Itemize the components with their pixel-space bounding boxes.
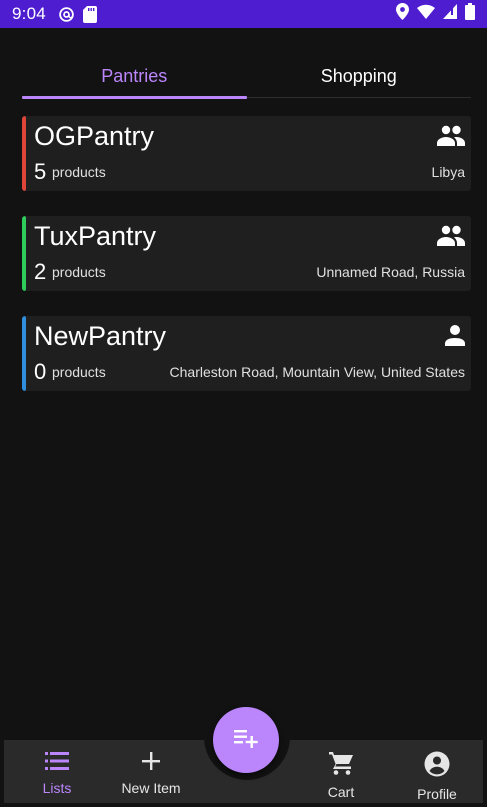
- pantry-location: Charleston Road, Mountain View, United S…: [169, 364, 465, 380]
- tab-pantries-label: Pantries: [101, 66, 168, 86]
- cart-icon: [328, 751, 354, 780]
- battery-icon: [465, 3, 475, 25]
- account-circle-icon: [424, 751, 450, 782]
- sd-card-icon: [82, 5, 97, 23]
- at-sign-icon: [58, 6, 75, 23]
- nav-item-lists[interactable]: Lists: [12, 740, 102, 803]
- pantry-title: TuxPantry: [34, 221, 157, 251]
- signal-icon: [443, 4, 457, 24]
- wifi-icon: [417, 4, 435, 24]
- pantry-location: Libya: [431, 164, 465, 180]
- pantry-location: Unnamed Road, Russia: [316, 264, 465, 280]
- nav-label-cart: Cart: [327, 784, 355, 800]
- tab-shopping[interactable]: Shopping: [247, 56, 472, 97]
- product-count: 5: [34, 159, 47, 184]
- group-icon: [437, 124, 465, 146]
- app-frame: Pantries Shopping OGPantry 5 products Li…: [4, 28, 483, 807]
- plus-icon: [141, 751, 161, 776]
- tab-pantries[interactable]: Pantries: [22, 56, 247, 99]
- location-icon: [396, 3, 409, 25]
- product-count: 0: [34, 359, 47, 384]
- pantry-color-stripe: [22, 316, 26, 391]
- status-right-icons: [396, 3, 475, 25]
- product-count-label: products: [52, 264, 106, 280]
- pantry-title: OGPantry: [34, 121, 155, 151]
- nav-item-new-item[interactable]: New Item: [106, 740, 196, 803]
- person-icon: [437, 324, 465, 346]
- nav-item-cart[interactable]: Cart: [296, 740, 386, 803]
- nav-label-lists: Lists: [42, 780, 72, 796]
- group-icon: [437, 224, 465, 246]
- product-count-label: products: [52, 364, 106, 380]
- nav-item-profile[interactable]: Profile: [392, 740, 482, 803]
- pantry-card-ogpantry[interactable]: OGPantry 5 products Libya: [22, 116, 471, 191]
- tab-shopping-label: Shopping: [320, 66, 397, 86]
- pantry-title: NewPantry: [34, 321, 167, 351]
- pantry-color-stripe: [22, 216, 26, 291]
- add-list-fab[interactable]: [213, 707, 279, 773]
- tab-bar: Pantries Shopping: [22, 56, 472, 99]
- pantry-card-tuxpantry[interactable]: TuxPantry 2 products Unnamed Road, Russi…: [22, 216, 471, 291]
- status-bar: 9:04: [0, 0, 487, 28]
- pantry-color-stripe: [22, 116, 26, 191]
- nav-label-new-item: New Item: [121, 780, 181, 796]
- list-icon: [45, 751, 69, 776]
- product-count: 2: [34, 259, 47, 284]
- status-time: 9:04: [12, 4, 46, 23]
- tab-indicator: [22, 96, 247, 99]
- nav-label-profile: Profile: [417, 786, 457, 802]
- pantry-card-newpantry[interactable]: NewPantry 0 products Charleston Road, Mo…: [22, 316, 471, 391]
- playlist-add-icon: [233, 727, 259, 754]
- product-count-label: products: [52, 164, 106, 180]
